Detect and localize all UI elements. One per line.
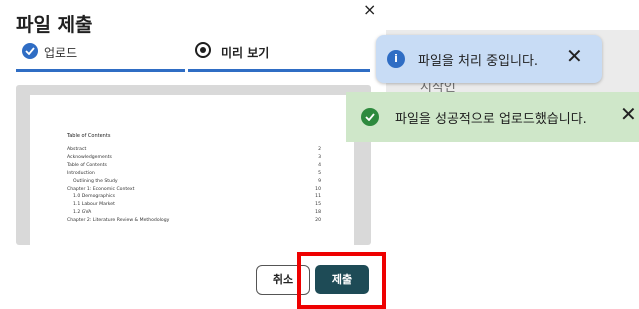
toc-entry-page: 2 [318, 147, 321, 152]
toc-entry-page: 3 [318, 154, 321, 160]
toc-entry-title: 1.2 GVA [73, 210, 92, 216]
toc-entry-page: 15 [315, 202, 321, 208]
toc-row: Chapter 1: Economic Context 10 [67, 187, 321, 194]
toc-entry-title: Abstract [67, 147, 87, 152]
info-icon: i [387, 50, 405, 68]
toc-row: Outlining the Study 9 [67, 179, 321, 186]
check-icon [22, 43, 38, 59]
check-circle-icon [361, 108, 379, 126]
processing-toast-close-button[interactable]: ✕ [566, 44, 583, 68]
toc-entry-page: 11 [315, 194, 321, 200]
toc-entry-page: 10 [315, 186, 321, 192]
processing-toast-message: 파일을 처리 중입니다. [418, 54, 539, 69]
step-preview-label: 미리 보기 [221, 46, 270, 60]
toc-row: 1.0 Demographics 11 [67, 194, 321, 201]
toc-entry-title: Table of Contents [67, 162, 107, 168]
background-text: 시작인 [420, 82, 456, 92]
toc-row: Introduction 5 [67, 171, 321, 178]
step-preview[interactable]: 미리 보기 [195, 42, 370, 72]
step-preview-progress-bar [188, 69, 370, 72]
toc-row: Chapter 2: Literature Review & Methodolo… [67, 218, 321, 225]
toc-entry-title: Introduction [67, 170, 95, 176]
processing-toast: i 파일을 처리 중입니다. ✕ [376, 35, 602, 83]
document-preview[interactable]: Table of Contents Abstract 2 Acknowledgeme… [16, 85, 371, 245]
toc-row: Abstract 2 [67, 147, 321, 154]
toc-row: Table of Contents 4 [67, 163, 321, 170]
success-toast-close-button[interactable]: ✕ [620, 102, 637, 126]
preview-page: Table of Contents Abstract 2 Acknowledgeme… [30, 95, 354, 245]
radio-selected-icon [195, 42, 211, 58]
toc-entry-title: 1.0 Demographics [73, 194, 116, 200]
dialog-title: 파일 제출 [16, 14, 93, 36]
toc-entry-title: Chapter 2: Literature Review & Methodolo… [67, 218, 170, 224]
toc-entry-title: Chapter 1: Economic Context [67, 186, 135, 192]
toc-entry-page: 5 [318, 170, 321, 176]
step-upload[interactable]: 업로드 [22, 42, 186, 72]
toc-entry-title: Acknowledgements [67, 154, 112, 160]
toc-entry-page: 18 [315, 210, 321, 216]
dialog-close-button[interactable]: × [363, 2, 376, 18]
toc-entry-page: 9 [318, 178, 321, 184]
step-upload-label: 업로드 [44, 46, 78, 60]
submit-highlight-box [297, 252, 386, 309]
toc-row: 1.1 Labour Market 15 [67, 202, 321, 209]
toc-entry-page: 4 [318, 162, 321, 168]
toc-row: 1.2 GVA 18 [67, 210, 321, 217]
success-toast: 파일을 성공적으로 업로드했습니다. ✕ [346, 92, 639, 142]
toc-entry-page: 20 [315, 218, 321, 224]
success-toast-message: 파일을 성공적으로 업로드했습니다. [395, 112, 587, 127]
toc-entry-title: Outlining the Study [73, 178, 118, 184]
step-upload-progress-bar [16, 69, 185, 72]
toc-entry-title: 1.1 Labour Market [73, 202, 115, 208]
submit-file-dialog: 파일 제출 × 업로드 미리 보기 Table of Contents Abst… [0, 0, 386, 309]
toc-row: Acknowledgements 3 [67, 155, 321, 162]
toc-title: Table of Contents [67, 133, 111, 139]
